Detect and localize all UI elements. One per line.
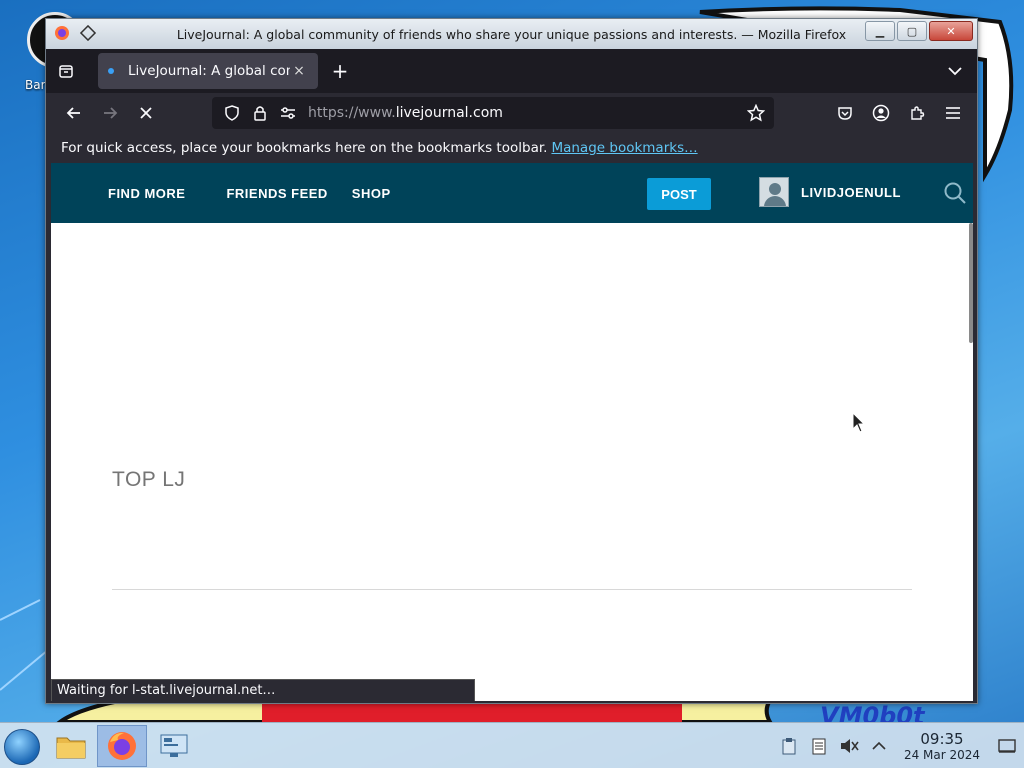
section-divider bbox=[112, 589, 912, 590]
tab-bar: LiveJournal: A global community of frien… bbox=[46, 49, 977, 93]
bookmarks-toolbar-message: For quick access, place your bookmarks h… bbox=[61, 140, 548, 156]
back-button[interactable] bbox=[56, 97, 92, 129]
show-desktop-icon bbox=[998, 739, 1016, 753]
svg-text:VM0b0t: VM0b0t bbox=[820, 702, 926, 722]
taskbar-file-manager[interactable] bbox=[46, 725, 96, 767]
url-bar[interactable]: https://www.livejournal.com bbox=[212, 97, 774, 129]
list-all-tabs-button[interactable] bbox=[945, 61, 965, 81]
url-text[interactable]: https://www.livejournal.com bbox=[308, 105, 503, 121]
control-panel-icon bbox=[160, 734, 188, 757]
extensions-button[interactable] bbox=[901, 97, 933, 129]
manage-bookmarks-link[interactable]: Manage bookmarks… bbox=[551, 140, 697, 156]
section-heading-top-lj: TOP LJ bbox=[112, 468, 186, 491]
hamburger-menu-icon bbox=[946, 107, 960, 119]
firefox-app-icon[interactable] bbox=[52, 23, 72, 43]
chevron-down-icon bbox=[948, 67, 962, 76]
username[interactable]: LIVIDJOENULL bbox=[801, 185, 901, 200]
tab-livejournal[interactable]: LiveJournal: A global community of frien… bbox=[98, 53, 318, 89]
search-icon bbox=[944, 182, 966, 204]
post-button[interactable]: POST bbox=[647, 178, 711, 210]
clock-time: 09:35 bbox=[920, 730, 964, 748]
window-title: LiveJournal: A global community of frien… bbox=[176, 26, 847, 42]
clock[interactable]: 09:35 24 Mar 2024 bbox=[894, 730, 990, 762]
system-tray: 09:35 24 Mar 2024 bbox=[774, 723, 1024, 768]
account-icon bbox=[872, 104, 890, 122]
maximize-button[interactable]: ▢ bbox=[897, 21, 927, 41]
page-scrollbar[interactable] bbox=[969, 223, 973, 343]
site-search-button[interactable] bbox=[943, 181, 967, 205]
bookmark-star-icon[interactable] bbox=[742, 99, 770, 127]
tab-title: LiveJournal: A global community of frien… bbox=[128, 63, 290, 79]
status-panel: Waiting for l-stat.livejournal.net… bbox=[51, 679, 475, 701]
taskbar: 09:35 24 Mar 2024 bbox=[0, 722, 1024, 768]
avatar[interactable] bbox=[759, 177, 789, 207]
stop-x-icon bbox=[140, 107, 152, 119]
url-host: livejournal.com bbox=[395, 105, 503, 121]
clock-date: 24 Mar 2024 bbox=[903, 748, 981, 762]
forward-button[interactable] bbox=[92, 97, 128, 129]
bookmarks-toolbar: For quick access, place your bookmarks h… bbox=[46, 133, 977, 163]
taskbar-firefox[interactable] bbox=[97, 725, 147, 767]
pocket-button[interactable] bbox=[829, 97, 861, 129]
site-header: FIND MORE FRIENDS FEED SHOP POST LIVIDJO… bbox=[51, 163, 973, 223]
firefox-view-button[interactable] bbox=[46, 49, 86, 93]
lock-icon[interactable] bbox=[246, 99, 274, 127]
volume-muted-icon[interactable] bbox=[834, 731, 864, 761]
clipboard-icon[interactable] bbox=[774, 731, 804, 761]
nav-shop[interactable]: SHOP bbox=[352, 186, 391, 201]
stop-button[interactable] bbox=[128, 97, 164, 129]
folder-icon bbox=[56, 737, 86, 759]
close-window-button[interactable]: ✕ bbox=[929, 21, 973, 41]
url-scheme: https://www. bbox=[308, 105, 396, 121]
mouse-cursor-icon bbox=[852, 412, 866, 433]
puzzle-icon bbox=[911, 106, 925, 120]
firefox-window: LiveJournal: A global community of frien… bbox=[45, 18, 978, 704]
tracking-protection-icon[interactable] bbox=[218, 99, 246, 127]
pocket-icon bbox=[838, 107, 852, 120]
app-menu-button[interactable] bbox=[937, 97, 969, 129]
nav-find-more[interactable]: FIND MORE bbox=[108, 186, 185, 201]
account-button[interactable] bbox=[865, 97, 897, 129]
navigation-toolbar: https://www.livejournal.com bbox=[46, 93, 977, 133]
window-titlebar[interactable]: LiveJournal: A global community of frien… bbox=[46, 19, 977, 49]
tray-expand-chevron-up-icon[interactable] bbox=[864, 731, 894, 761]
permissions-icon[interactable] bbox=[274, 99, 302, 127]
firefox-view-icon bbox=[59, 65, 73, 78]
show-desktop-button[interactable] bbox=[990, 731, 1024, 761]
start-menu-button[interactable] bbox=[4, 729, 40, 765]
nav-friends-feed[interactable]: FRIENDS FEED bbox=[226, 186, 327, 201]
taskbar-control-panel[interactable] bbox=[149, 725, 199, 767]
arrow-right-icon bbox=[104, 107, 118, 119]
firefox-icon bbox=[108, 732, 136, 760]
window-menu-icon[interactable] bbox=[78, 23, 98, 43]
new-tab-button[interactable]: + bbox=[320, 53, 360, 89]
tab-close-icon[interactable]: × bbox=[290, 63, 308, 79]
loading-dot-icon bbox=[108, 68, 114, 74]
minimize-button[interactable]: ▁ bbox=[865, 21, 895, 41]
user-menu[interactable]: LIVIDJOENULL bbox=[759, 177, 901, 207]
notes-icon[interactable] bbox=[804, 731, 834, 761]
arrow-left-icon bbox=[66, 107, 80, 119]
page-content: FIND MORE FRIENDS FEED SHOP POST LIVIDJO… bbox=[51, 163, 973, 701]
